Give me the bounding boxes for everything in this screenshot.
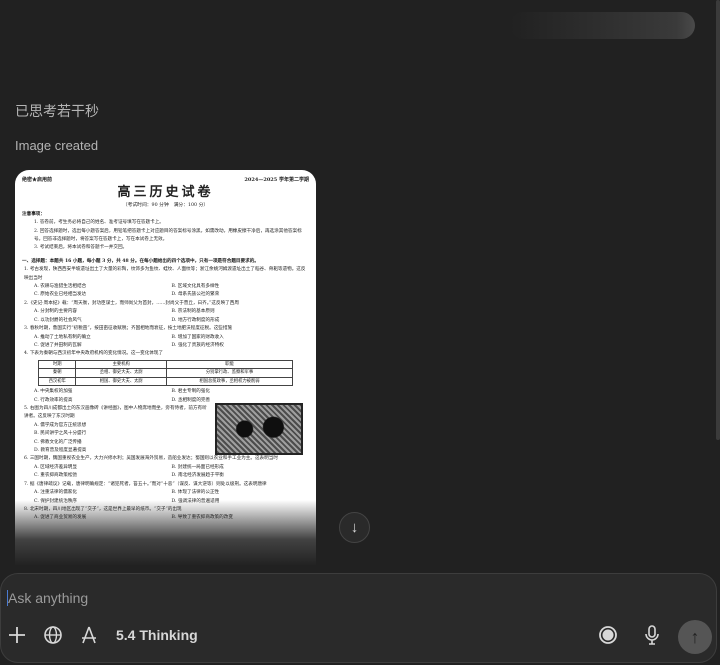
table-cell: 分别掌行政、监察和军事 — [166, 368, 293, 378]
answer-option: C. 行政效率的提高 — [34, 397, 73, 403]
table-header: 主要机构 — [75, 359, 168, 370]
table-cell: 丞相、御史大夫、太尉 — [75, 368, 168, 378]
answer-option: B. 增加了国家的财政收入 — [171, 334, 224, 340]
answer-option: A. 分封制的主要内容 — [34, 309, 77, 315]
tools-icon[interactable] — [78, 624, 100, 646]
doc-header: 绝密★启用前 2024—2025 学年第二学期 — [22, 176, 309, 184]
table-header: 时期 — [37, 359, 77, 370]
doc-subtitle: （考试时间：90 分钟 满分：100 分） — [122, 203, 209, 209]
table-row: 秦朝 丞相、御史大夫、太尉 分别掌行政、监察和军事 — [37, 368, 293, 378]
answer-option: C. 原始农业已经相当发达 — [34, 292, 87, 298]
question-stem: 6. 三国时期，魏国重视农业生产，大力兴修水利；吴国发展海外贸易，造船业发达；蜀… — [24, 456, 278, 462]
composer[interactable]: Ask anything 5.4 Thinking ↑ — [0, 573, 717, 663]
answer-option: A. 推动了土地私有制的确立 — [34, 334, 91, 340]
question: 6. 三国时期，魏国重视农业生产，大力兴修水利；吴国发展海外贸易，造船业发达；蜀… — [22, 455, 309, 480]
answer-option: A. 区域经济差异明显 — [34, 464, 77, 470]
arrow-down-icon: ↓ — [350, 519, 359, 536]
top-pill — [510, 12, 695, 39]
table-cell: 相国、御史大夫、太尉 — [75, 376, 168, 387]
microphone-icon[interactable] — [641, 624, 663, 646]
table-cell: 西汉初年 — [37, 376, 77, 387]
question: 5. 右图为四川成都出土的东汉画像砖《讲经图》，图中人物席地而坐，旁有侍者，前方… — [22, 403, 309, 456]
question-stem: 7. 据《唐律疏议》记载，唐律明确规定：“诸犯死者，笞五十。”而对“十恶”（谋反… — [24, 481, 267, 487]
answer-option: A. 注重法律的儒家化 — [34, 490, 77, 496]
answer-option: B. 君主专制的强化 — [171, 389, 210, 395]
image-status: Image created — [15, 138, 99, 153]
note: 3. 考试结束后，将本试卷和答题卡一并交回。 — [34, 245, 128, 251]
answer-option: A. 农耕与渔猎生活相结合 — [34, 284, 87, 290]
answer-option: B. 宗法制的基本原则 — [171, 309, 215, 315]
scroll-down-button[interactable]: ↓ — [339, 512, 370, 543]
voice-mode-icon[interactable] — [597, 624, 619, 646]
question-stem: 2.《史记·周本纪》载：“周天衡，封功臣谋士，而师尚父为首封，……封尚父于营丘，… — [24, 300, 239, 306]
plus-icon[interactable] — [6, 624, 28, 646]
answer-option: D. 地方行政制度的形成 — [171, 317, 220, 323]
answer-option: C. 重农抑商政策松弛 — [34, 473, 78, 479]
answer-option: B. 区域文化具有多样性 — [171, 284, 220, 290]
answer-option: B. 封建统一局面已经形成 — [171, 464, 224, 470]
answer-option: A. 中央集权的加强 — [34, 389, 73, 395]
model-selector[interactable]: 5.4 Thinking — [116, 627, 198, 643]
term-label: 2024—2025 学年第二学期 — [244, 177, 309, 183]
table-cell: 秦朝 — [37, 368, 77, 378]
comparison-table: 时期 主要机构 职能 秦朝 丞相、御史大夫、太尉 分别掌行政、监察和军事 西汉初年 相国、御史… — [37, 359, 293, 387]
answer-option: C. 促进了井田制的瓦解 — [34, 342, 82, 348]
question: 1. 考古发现，陕西西安半坡遗址出土了大量的彩陶，纹饰多为鱼纹、蛙纹、人面纹等；… — [22, 266, 309, 300]
table-header: 职能 — [166, 359, 293, 370]
send-button[interactable]: ↑ — [678, 620, 712, 654]
globe-icon[interactable] — [42, 624, 64, 646]
arrow-up-icon: ↑ — [690, 626, 700, 647]
note: 1. 答卷前，考生务必将自己的姓名、准考证号填写在答题卡上。 — [34, 220, 164, 226]
answer-option: D. 南北经济发展趋于平衡 — [171, 473, 224, 479]
answer-option: B. 体现了法律的公正性 — [171, 490, 220, 496]
doc-title: 高三历史试卷 — [117, 185, 214, 201]
answer-option: C. 以功封爵的社会风气 — [34, 317, 82, 323]
question-stem: 1. 考古发现，陕西西安半坡遗址出土了大量的彩陶，纹饰多为鱼纹、蛙纹、人面纹等；… — [24, 267, 306, 281]
question-stem: 3. 春秋时期，鲁国实行“初税亩”，按田亩征收赋税；齐国相地而衰征，按土地肥沃程… — [24, 326, 233, 332]
question: 2.《史记·周本纪》载：“周天衡，封功臣谋士，而师尚父为首封，……封尚父于营丘，… — [22, 300, 309, 325]
image-fade — [15, 500, 316, 566]
question-stem: 4. 下表为秦朝与西汉初年中央政府机构的变化情况。这一变化体现了 — [24, 351, 164, 357]
answer-option: D. 强化了贵族的经济特权 — [171, 342, 224, 348]
note: 2. 回答选择题时，选出每小题答案后，用铅笔把答题卡上对应题目的答案标号涂黑，如… — [34, 228, 302, 243]
secret-label: 绝密★启用前 — [22, 177, 53, 183]
answer-option: D. 母系氏族公社的繁荣 — [171, 292, 220, 298]
lecture-relief-image — [215, 403, 303, 456]
question: 4. 下表为秦朝与西汉初年中央政府机构的变化情况。这一变化体现了时期 主要机构 职能… — [22, 350, 309, 405]
section-heading: 一、选择题：本题共 16 小题，每小题 3 分，共 48 分。在每小题给出的四个… — [22, 258, 259, 264]
question: 3. 春秋时期，鲁国实行“初税亩”，按田亩征收赋税；齐国相地而衰征，按土地肥沃程… — [22, 325, 309, 350]
prompt-input[interactable]: Ask anything — [7, 590, 88, 606]
table-cell: 相国总揽政事，丞相权力被削弱 — [166, 376, 293, 387]
table-row: 西汉初年 相国、御史大夫、太尉 相国总揽政事，丞相权力被削弱 — [37, 376, 293, 387]
thought-duration[interactable]: 已思考若干秒 — [15, 101, 99, 121]
scrollbar[interactable] — [716, 0, 720, 440]
notes-heading: 注意事项： — [22, 211, 45, 217]
